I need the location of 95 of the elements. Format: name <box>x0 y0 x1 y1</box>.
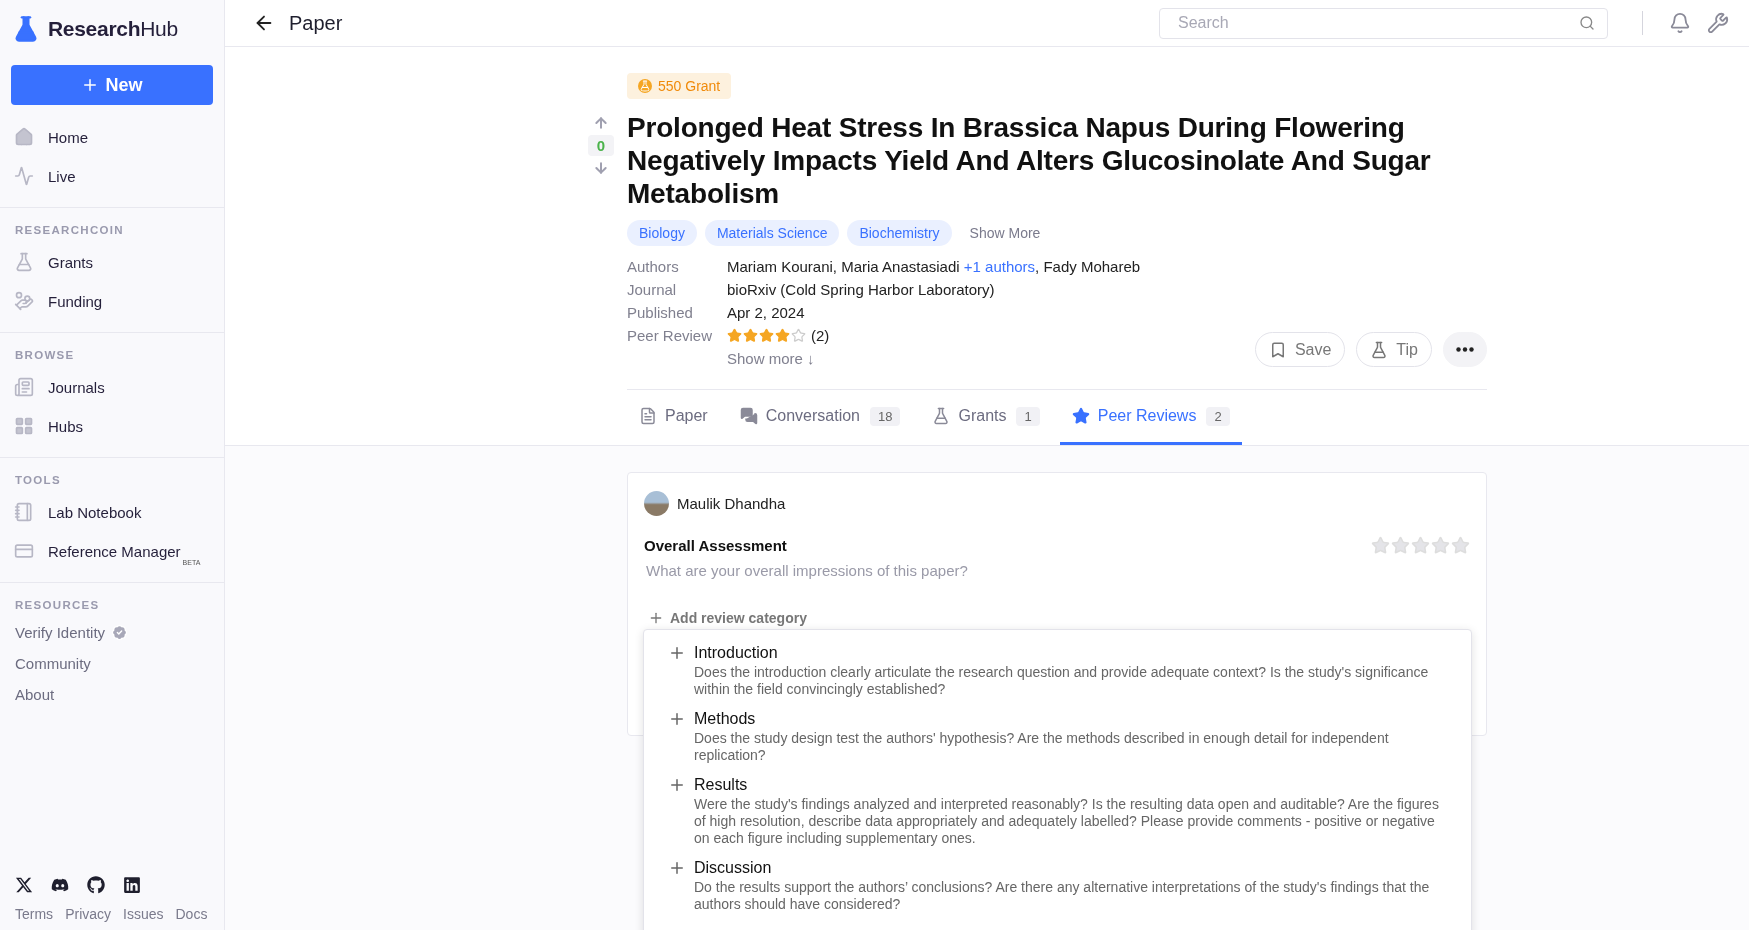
card-icon <box>14 541 34 561</box>
section-heading: RESEARCHCOIN <box>14 223 125 238</box>
star-icon <box>743 328 758 343</box>
star-icon <box>1391 536 1410 555</box>
document-icon <box>639 407 657 425</box>
search-field[interactable]: Search <box>1159 7 1608 39</box>
plus-icon <box>668 710 686 728</box>
star-icon <box>1451 536 1470 555</box>
tab-count: 18 <box>870 406 901 426</box>
assessment-heading: Overall Assessment <box>644 537 787 554</box>
flask-icon <box>1370 340 1389 359</box>
author-name: Maulik Dhandha <box>677 495 786 512</box>
resource-link[interactable]: About <box>15 686 55 703</box>
nav-link[interactable]: Funding <box>48 292 103 310</box>
star-icon <box>1071 407 1090 425</box>
meta-value: Apr 2, 2024 <box>727 304 806 321</box>
nav-link[interactable]: Live <box>48 167 76 185</box>
plus-icon <box>668 776 686 794</box>
notebook-icon <box>14 502 34 522</box>
house-icon <box>14 127 34 147</box>
bell-icon[interactable] <box>1669 12 1691 34</box>
newspaper-icon <box>14 377 34 397</box>
star-icon <box>759 328 774 343</box>
section-heading: TOOLS <box>14 473 62 488</box>
save-button[interactable]: Save <box>1254 332 1346 367</box>
downvote-icon[interactable] <box>593 160 609 176</box>
wrench-icon[interactable] <box>1707 12 1729 34</box>
footer-link[interactable]: Privacy <box>65 906 112 922</box>
category-option[interactable]: Introduction Does the introduction clearly articulate the research question and provide adequate context? Is the study's significance within the field convincingly established? <box>668 644 1447 698</box>
upvote-icon[interactable] <box>593 115 609 131</box>
review-count: (2) <box>811 327 830 344</box>
logo[interactable]: ResearchHub <box>0 12 224 46</box>
pulse-icon <box>14 166 34 186</box>
section-heading: RESOURCES <box>14 598 101 613</box>
nav-link[interactable]: Lab Notebook <box>48 503 142 521</box>
resource-link[interactable]: Community <box>15 655 91 672</box>
more-button[interactable] <box>1443 332 1487 367</box>
tab[interactable]: Paper <box>627 390 720 445</box>
hand-coin-icon <box>14 291 34 311</box>
category-option[interactable]: Results Were the study's findings analyzed and interpreted reasonably? Is the resulting data open and auditable? Are the figures of high resolution, describe data appropriately and adequately labelled? Please provide comments - positive or negative on each figure including supplementary ones. <box>668 776 1447 847</box>
meta-label: Journal <box>627 281 678 298</box>
topic-tag[interactable]: Materials Science <box>704 220 840 246</box>
grant-badge: 550 Grant <box>627 73 732 99</box>
grid-icon <box>14 416 34 436</box>
nav-link[interactable]: Home <box>48 128 88 146</box>
nav-link[interactable]: Grants <box>48 253 93 271</box>
avatar <box>644 491 669 516</box>
nav-link[interactable]: Hubs <box>48 417 84 435</box>
ellipsis-icon <box>1456 347 1474 352</box>
search-icon <box>1579 15 1595 31</box>
footer-link[interactable]: Docs <box>175 906 208 922</box>
chat-bubbles-icon <box>739 407 758 425</box>
topic-tag[interactable]: Biology <box>627 220 697 246</box>
vote-count: 0 <box>587 135 615 156</box>
tab-count: 1 <box>1016 406 1040 426</box>
category-option[interactable]: Discussion Do the results support the authors’ conclusions? Are there any alternative interpretations of the study's findings that the authors should have considered? <box>668 859 1447 913</box>
add-category-button[interactable]: Add review category <box>644 610 811 626</box>
search-input[interactable]: Search <box>1176 13 1579 33</box>
meta-label: Published <box>627 304 694 321</box>
tab[interactable]: Conversation 18 <box>727 390 913 445</box>
star-icon <box>1371 536 1390 555</box>
nav-link[interactable]: Journals <box>48 378 105 396</box>
meta-label: Authors <box>627 258 680 275</box>
new-button[interactable]: New <box>11 65 213 105</box>
star-icon <box>1431 536 1450 555</box>
star-icon <box>1411 536 1430 555</box>
show-more-link[interactable]: Show more ↓ <box>727 350 1141 367</box>
plus-icon <box>668 859 686 877</box>
tab[interactable]: Grants 1 <box>920 390 1052 445</box>
star-icon <box>727 328 742 343</box>
tip-button[interactable]: Tip <box>1356 332 1432 367</box>
github-logo-icon[interactable] <box>87 876 105 894</box>
flask-icon <box>932 407 951 425</box>
show-more-link[interactable]: Show More <box>969 225 1041 241</box>
meta-value: bioRxiv (Cold Spring Harbor Laboratory) <box>727 281 996 298</box>
category-option[interactable]: Methods Does the study design test the authors' hypothesis? Are the methods described in enough detail for independent replication? <box>668 710 1447 764</box>
discord-logo-icon[interactable] <box>51 876 69 894</box>
page-title: Paper <box>289 11 343 35</box>
paper-title: Prolonged Heat Stress In Brassica Napus During Flowering Negatively Impacts Yield And Alters Glucosinolate And Sugar Metabolism <box>627 111 1432 210</box>
nav-link[interactable]: Reference Manager <box>48 542 181 560</box>
plus-icon <box>648 610 664 626</box>
plus-icon <box>668 644 686 662</box>
section-heading: BROWSE <box>14 348 76 363</box>
star-icon <box>775 328 790 343</box>
resource-link[interactable]: Verify Identity <box>15 624 106 641</box>
tab-count: 2 <box>1206 406 1230 426</box>
footer-link[interactable]: Terms <box>15 906 54 922</box>
linkedin-logo-icon[interactable] <box>123 876 141 894</box>
x-logo-icon[interactable] <box>15 876 33 894</box>
authors-text: Mariam Kourani, Maria Anastasiadi +1 authors, Fady Mohareb <box>727 258 1141 275</box>
topic-tag[interactable]: Biochemistry <box>847 220 952 246</box>
meta-label: Peer Review <box>627 327 714 344</box>
footer-link[interactable]: Issues <box>123 906 164 922</box>
star-icon <box>791 328 806 343</box>
flask-icon <box>14 252 34 272</box>
